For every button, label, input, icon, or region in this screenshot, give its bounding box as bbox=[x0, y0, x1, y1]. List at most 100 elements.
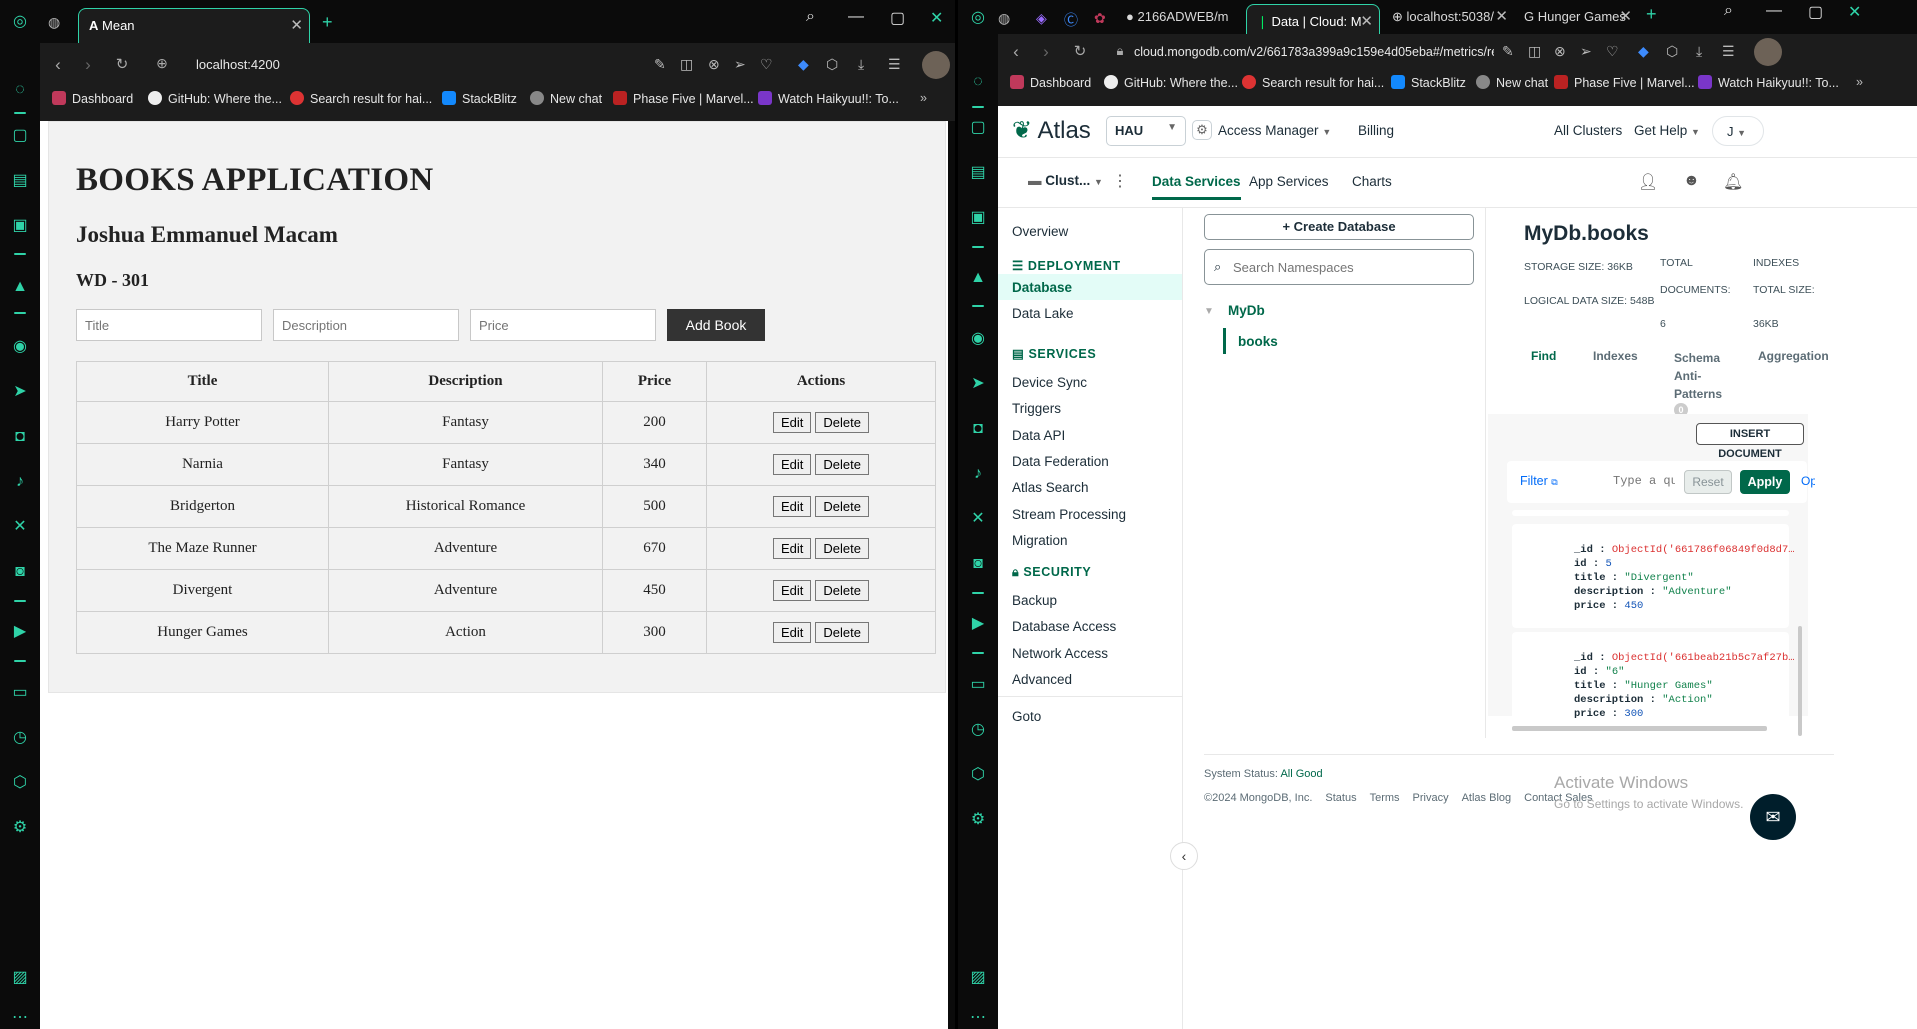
tab-mean[interactable]: A Mean ✕ bbox=[78, 8, 310, 43]
sidebar-item[interactable]: Atlas Search bbox=[1012, 480, 1089, 495]
apply-button[interactable]: Apply bbox=[1740, 470, 1790, 494]
send-icon[interactable]: ➢ bbox=[1580, 43, 1592, 60]
sidebar-item[interactable]: Device Sync bbox=[1012, 375, 1087, 390]
cube-icon[interactable]: ⬡ bbox=[826, 56, 838, 73]
cluster-selector[interactable]: ▬ Clust... ▼ bbox=[1028, 173, 1103, 188]
sidebar-item[interactable]: Stream Processing bbox=[1012, 507, 1126, 522]
bookmarks-more-icon[interactable]: » bbox=[1856, 75, 1863, 89]
footer-link[interactable]: Terms bbox=[1370, 792, 1400, 804]
edit-button[interactable]: Edit bbox=[773, 412, 812, 433]
horizontal-scrollbar[interactable] bbox=[1512, 726, 1767, 731]
close-icon[interactable]: ✕ bbox=[1619, 0, 1632, 34]
invite-user-icon[interactable]: 👤︎ bbox=[1638, 172, 1658, 192]
access-manager-menu[interactable]: Access Manager ▼ bbox=[1218, 123, 1331, 138]
tiktok-icon[interactable]: ♪ bbox=[968, 464, 988, 484]
clock-icon[interactable]: ◷ bbox=[968, 720, 988, 740]
delete-button[interactable]: Delete bbox=[815, 580, 869, 601]
activity-icon[interactable]: ☻ bbox=[1683, 172, 1700, 190]
sidebar-item-overview[interactable]: Overview bbox=[1012, 224, 1068, 239]
sidebar-item[interactable]: Backup bbox=[1012, 593, 1057, 608]
x-icon[interactable]: ✕ bbox=[10, 517, 30, 537]
new-tab-icon[interactable]: + bbox=[1646, 4, 1657, 25]
tab-schema-anti-patterns[interactable]: Schema Anti- Patterns 0 bbox=[1674, 349, 1722, 417]
url-text[interactable]: cloud.mongodb.com/v2/661783a399a9c159e4d… bbox=[1134, 45, 1494, 59]
edit-icon[interactable]: ✎ bbox=[654, 56, 666, 73]
search-namespaces-input[interactable] bbox=[1233, 257, 1463, 277]
bookmark-search[interactable]: Search result for hai... bbox=[1242, 75, 1384, 90]
tab-localhost[interactable]: ⊕ localhost:5038/✕ bbox=[1382, 0, 1514, 35]
org-settings-icon[interactable]: ⚙ bbox=[1192, 120, 1212, 140]
heart-icon[interactable]: ♡ bbox=[1606, 43, 1619, 60]
bookmark-new-chat[interactable]: New chat bbox=[1476, 75, 1548, 90]
bookmarks-more-icon[interactable]: » bbox=[920, 91, 927, 105]
tab-find[interactable]: Find bbox=[1531, 349, 1556, 363]
edit-icon[interactable]: ✎ bbox=[1502, 43, 1514, 60]
caret-down-icon[interactable]: ▼ bbox=[1204, 306, 1214, 317]
camera-icon[interactable]: ◫ bbox=[680, 56, 693, 73]
minimize-icon[interactable]: — bbox=[1766, 2, 1782, 20]
atlas-icon[interactable]: ▲ bbox=[10, 277, 30, 297]
sidebar-item-database[interactable]: Database bbox=[1012, 280, 1072, 295]
document-card[interactable]: _id : ObjectId('661786f06849f0d8d7… id : … bbox=[1512, 524, 1795, 628]
add-book-button[interactable]: Add Book bbox=[667, 309, 765, 341]
speed-dial-icon[interactable]: ◌ bbox=[968, 72, 988, 92]
search-icon[interactable]: ⌕ bbox=[1724, 2, 1733, 20]
briefcase-icon[interactable]: ▢ bbox=[10, 126, 30, 146]
maximize-icon[interactable]: ▢ bbox=[1808, 2, 1823, 22]
sidebar-item[interactable]: Network Access bbox=[1012, 646, 1108, 661]
settings-icon[interactable]: ⚙ bbox=[968, 810, 988, 830]
forward-icon[interactable]: › bbox=[78, 55, 98, 75]
telegram-icon[interactable]: ➤ bbox=[968, 374, 988, 394]
bitwarden-icon[interactable]: ◆ bbox=[798, 56, 809, 73]
delete-button[interactable]: Delete bbox=[815, 454, 869, 475]
sidebar-item[interactable]: Data API bbox=[1012, 428, 1065, 443]
send-icon[interactable]: ➢ bbox=[734, 56, 746, 73]
new-tab-icon[interactable]: + bbox=[322, 12, 333, 33]
shield-icon[interactable]: ◈ bbox=[1036, 10, 1047, 27]
sidebar-item[interactable]: Advanced bbox=[1012, 672, 1072, 687]
tiktok-icon[interactable]: ♪ bbox=[10, 472, 30, 492]
close-window-icon[interactable]: ✕ bbox=[930, 8, 943, 28]
back-icon[interactable]: ‹ bbox=[48, 55, 68, 75]
gamepad-icon[interactable]: ◍ bbox=[998, 10, 1010, 27]
block-icon[interactable]: ⊗ bbox=[1554, 43, 1566, 60]
search-namespaces[interactable]: ⌕ bbox=[1204, 249, 1474, 285]
messenger-icon[interactable]: ◉ bbox=[968, 329, 988, 349]
sidebar-item-goto[interactable]: Goto bbox=[1012, 709, 1041, 724]
tab-aggregation[interactable]: Aggregation bbox=[1758, 349, 1829, 363]
more-icon[interactable]: ⋯ bbox=[968, 1008, 988, 1028]
gallery-icon[interactable]: ▨ bbox=[968, 968, 988, 988]
messages-icon[interactable]: ▭ bbox=[10, 683, 30, 703]
bookmark-dashboard[interactable]: Dashboard bbox=[1010, 75, 1091, 90]
all-clusters-link[interactable]: All Clusters bbox=[1554, 123, 1622, 138]
bookmark-marvel[interactable]: Phase Five | Marvel... bbox=[613, 91, 754, 106]
close-window-icon[interactable]: ✕ bbox=[1848, 2, 1861, 22]
messages-icon[interactable]: ▭ bbox=[968, 675, 988, 695]
menu-icon[interactable]: ☰ bbox=[1722, 43, 1735, 60]
more-icon[interactable]: ⋯ bbox=[10, 1008, 30, 1028]
atlas-logo[interactable]: ❦ Atlas bbox=[1012, 116, 1091, 145]
url-text[interactable]: localhost:4200 bbox=[196, 57, 280, 72]
description-input[interactable] bbox=[273, 309, 459, 341]
tab-atlas-data[interactable]: ❘ Data | Cloud: M ✕ bbox=[1246, 4, 1380, 38]
avatar[interactable] bbox=[922, 51, 950, 79]
tab-github[interactable]: ● 2166ADWEB/m bbox=[1116, 0, 1248, 35]
sidebar-item[interactable]: Database Access bbox=[1012, 619, 1116, 634]
bitwarden-icon[interactable]: ◆ bbox=[1638, 43, 1649, 60]
discord-icon[interactable]: ◙ bbox=[968, 554, 988, 574]
options-link[interactable]: Op bbox=[1801, 474, 1815, 488]
bookmark-new-chat[interactable]: New chat bbox=[530, 91, 602, 106]
tab-app-services[interactable]: App Services bbox=[1249, 174, 1329, 189]
collection-books[interactable]: books bbox=[1238, 334, 1278, 349]
sidebar-item[interactable]: Triggers bbox=[1012, 401, 1061, 416]
reload-icon[interactable]: ↻ bbox=[1070, 42, 1090, 60]
download-icon[interactable]: ⤓ bbox=[1696, 43, 1702, 60]
canva-icon[interactable]: Ⓒ bbox=[1064, 10, 1078, 30]
create-database-button[interactable]: + Create Database bbox=[1204, 214, 1474, 240]
browser-logo-icon[interactable]: ◎ bbox=[968, 8, 988, 28]
chat-icon[interactable]: ▣ bbox=[10, 216, 30, 236]
org-selector[interactable]: HAU ▼ bbox=[1106, 116, 1186, 146]
close-icon[interactable]: ✕ bbox=[290, 9, 303, 43]
delete-button[interactable]: Delete bbox=[815, 412, 869, 433]
atlas-icon[interactable]: ▲ bbox=[968, 268, 988, 288]
